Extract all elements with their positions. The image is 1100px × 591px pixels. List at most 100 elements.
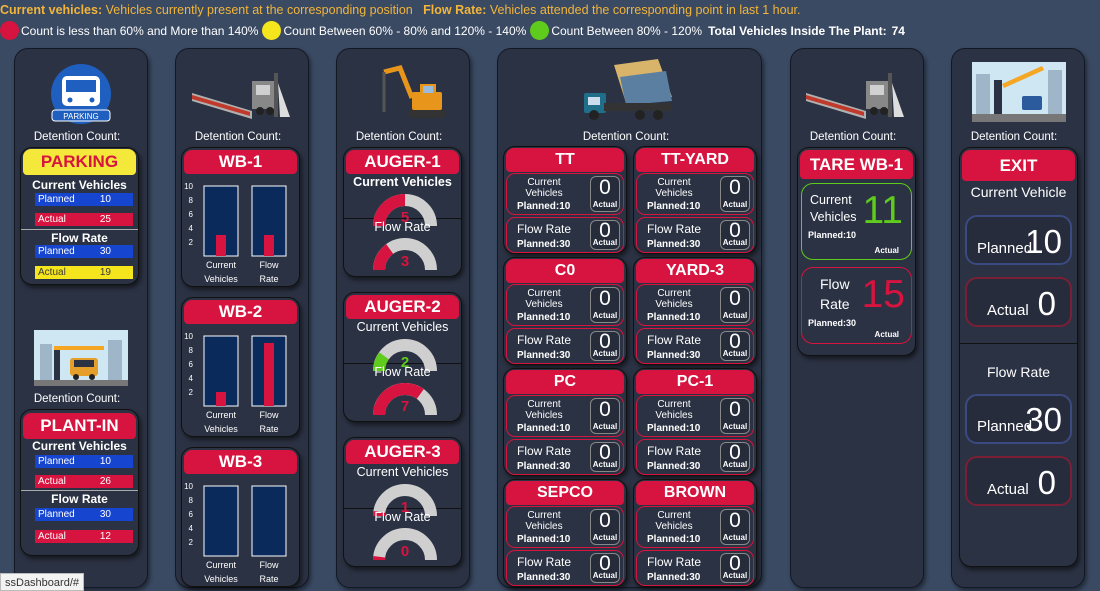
auger-fr-title: Flow Rate	[374, 220, 431, 234]
wb-x-label: Flow	[259, 410, 279, 420]
wb-bar-value	[264, 343, 274, 406]
auger-cv-title: Current Vehicles	[353, 175, 452, 189]
tare-fr-value: 15	[861, 273, 905, 316]
wb-x-label: Flow	[259, 260, 279, 270]
wb-title: WB-1	[184, 150, 297, 174]
exit-cv-actual-box: Actual 0	[965, 277, 1072, 327]
excavator-icon	[382, 65, 446, 118]
plantin-card: PLANT-IN Current Vehicles Planned 10 Actu…	[20, 409, 139, 556]
parking-fr-planned-bar: Planned 30	[35, 245, 133, 258]
wb-title: WB-2	[184, 300, 297, 324]
location-cv-value-box: 0 Actual	[720, 509, 750, 545]
exit-fr-actual-box: Actual 0	[965, 456, 1072, 506]
plantin-fr-actual-bar: Actual 12	[35, 530, 133, 543]
wb-card: WB-3 10 8 6 4 2 Current Vehicles Flow Rate	[181, 447, 300, 587]
wb-bar-chart: 10 8 6 4 2 Current Vehicles Flow Rate	[184, 332, 287, 434]
location-fr-value-box: 0 Actual	[590, 220, 620, 250]
location-card: C0 Current Vehicles Planned:10 0 Actual Flow R…	[503, 257, 627, 365]
wb-x-label: Vehicles	[204, 424, 238, 434]
status-url: ssDashboard/#	[0, 573, 84, 591]
wb-y-tick: 4	[189, 524, 194, 533]
wb-card: WB-2 10 8 6 4 2 Current Vehicles Flow Rate	[181, 297, 300, 437]
wb-y-tick: 6	[189, 510, 194, 519]
location-cv-value-box: 0 Actual	[590, 176, 620, 212]
auger-fr-title: Flow Rate	[374, 365, 431, 379]
tare-detention-label: Detention Count:	[809, 131, 897, 143]
tare-cv-value: 11	[862, 189, 904, 232]
wb-y-tick: 10	[184, 332, 193, 341]
wb-card: WB-1 10 8 6 4 2 Current Vehicles Flow Rate	[181, 147, 300, 287]
location-title: C0	[506, 259, 624, 283]
wb-y-tick: 2	[189, 238, 194, 247]
wb-bar-chart: 10 8 6 4 2 Current Vehicles Flow Rate	[184, 182, 287, 284]
header-description: Current vehicles: Vehicles currently pre…	[0, 3, 801, 17]
plantin-cv-planned-bar: Planned 10	[35, 455, 133, 468]
location-card: TT Current Vehicles Planned:10 0 Actual Flow R…	[503, 146, 627, 254]
location-fr-box: Flow Rate Planned:30 0 Actual	[506, 328, 624, 364]
wb-x-label: Vehicles	[204, 574, 238, 584]
svg-text:PARKING: PARKING	[63, 112, 98, 121]
auger-fr-gauge: 3	[373, 238, 437, 271]
legend-green-text: Count Between 80% - 120%	[551, 23, 703, 38]
location-cv-box: Current Vehicles Planned:10 0 Actual	[636, 173, 754, 215]
wb-bar-value	[264, 235, 274, 256]
location-cv-box: Current Vehicles Planned:10 0 Actual	[636, 284, 754, 326]
location-title: TT-YARD	[636, 148, 754, 172]
location-title: YARD-3	[636, 259, 754, 283]
plantin-cv-title: Current Vehicles	[32, 439, 127, 453]
parking-title: PARKING	[23, 149, 136, 175]
legend-red-text: Count is less than 60% and More than 140…	[21, 23, 259, 38]
parking-cv-actual-bar: Actual 25	[35, 213, 133, 226]
location-card: PC Current Vehicles Planned:10 0 Actual Flow R…	[503, 368, 627, 476]
exit-gate-icon	[972, 62, 1066, 122]
auger-cv-title: Current Vehicles	[356, 320, 449, 334]
exit-fr-planned-box: Planned 30	[965, 394, 1072, 444]
auger-gauge-value: 3	[401, 253, 409, 270]
wb-y-tick: 10	[184, 482, 193, 491]
tare-fr-planned: Planned:30	[808, 318, 857, 328]
plantin-fr-planned-bar: Planned 30	[35, 508, 133, 521]
wb-y-tick: 4	[189, 374, 194, 383]
total-label: Total Vehicles Inside The Plant:	[708, 23, 887, 38]
wb-x-label: Flow	[259, 560, 279, 570]
location-title: SEPCO	[506, 481, 624, 505]
tare-fr-label: Flow Rate	[820, 276, 850, 312]
location-fr-box: Flow Rate Planned:30 0 Actual	[506, 439, 624, 475]
location-cv-box: Current Vehicles Planned:10 0 Actual	[506, 395, 624, 437]
dump-truck-icon	[584, 59, 672, 120]
plantin-title: PLANT-IN	[23, 413, 136, 439]
location-cv-value-box: 0 Actual	[720, 398, 750, 434]
tare-card: TARE WB-1 Current Vehicles Planned:10 11 …	[797, 147, 916, 356]
location-title: PC-1	[636, 370, 754, 394]
wb-y-tick: 8	[189, 346, 194, 355]
location-cv-value-box: 0 Actual	[720, 176, 750, 212]
location-fr-value-box: 0 Actual	[590, 331, 620, 361]
plantin-detention-label: Detention Count:	[33, 393, 121, 405]
location-cv-value-box: 0 Actual	[590, 287, 620, 323]
tare-weighbridge-icon	[806, 73, 904, 119]
location-card: TT-YARD Current Vehicles Planned:10 0 Actual F…	[633, 146, 757, 254]
auger-title: AUGER-3	[346, 440, 459, 464]
auger-title: AUGER-2	[346, 295, 459, 319]
wb-x-label: Vehicles	[204, 274, 238, 284]
tare-cv-actual-label: Actual	[874, 246, 899, 255]
parking-fr-actual-bar: Actual 19	[35, 266, 133, 279]
parking-cv-planned-bar: Planned 10	[35, 193, 133, 206]
auger-cv-title: Current Vehicles	[356, 465, 449, 479]
wb-bar-value	[216, 392, 226, 406]
tare-title: TARE WB-1	[800, 150, 913, 179]
exit-cv-planned-box: Planned 10	[965, 215, 1072, 265]
location-card: BROWN Current Vehicles Planned:10 0 Actual Flo…	[633, 479, 757, 587]
auger-fr-gauge: 0	[373, 528, 437, 561]
location-card: PC-1 Current Vehicles Planned:10 0 Actual Flow…	[633, 368, 757, 476]
location-cv-box: Current Vehicles Planned:10 0 Actual	[636, 506, 754, 548]
wb-x-label: Current	[206, 260, 237, 270]
auger-card: AUGER-1 Current Vehicles 5 3 Flow Rate	[343, 147, 462, 277]
wb-y-tick: 4	[189, 224, 194, 233]
parking-cv-title: Current Vehicles	[32, 178, 127, 192]
wb-detention-label: Detention Count:	[194, 131, 282, 143]
yellow-dot-icon	[262, 21, 282, 40]
location-cv-box: Current Vehicles Planned:10 0 Actual	[506, 506, 624, 548]
legend-yellow-text: Count Between 60% - 80% and 120% - 140%	[283, 23, 527, 38]
location-cv-box: Current Vehicles Planned:10 0 Actual	[636, 395, 754, 437]
